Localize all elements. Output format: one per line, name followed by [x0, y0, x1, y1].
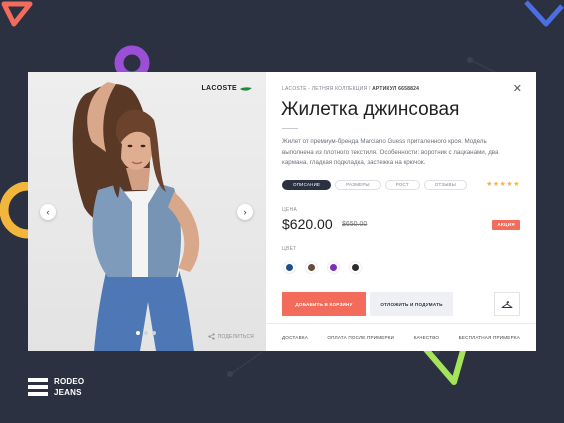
share-button[interactable]: ПОДЕЛИТЬСЯ — [207, 333, 254, 340]
price-label: ЦЕНА — [282, 207, 298, 213]
store-logo-line1: RODEO — [54, 377, 85, 386]
title-divider — [282, 128, 298, 129]
color-swatches — [284, 262, 361, 273]
footer-link-payment[interactable]: ОПЛАТА ПОСЛЕ ПРИМЕРКИ — [327, 335, 394, 340]
save-for-later-button[interactable]: ОТЛОЖИТЬ И ПОДУМАТЬ — [370, 292, 453, 316]
sale-badge: АКЦИЯ — [492, 220, 520, 230]
gallery-dot[interactable] — [136, 331, 140, 335]
gallery-pagination — [136, 331, 156, 335]
breadcrumb-collection[interactable]: - ЛЕТНЯЯ КОЛЛЕКЦИЯ / — [307, 86, 372, 92]
footer-link-delivery[interactable]: ДОСТАВКА — [282, 335, 308, 340]
tab-sizes[interactable]: РАЗМЕРЫ — [335, 180, 381, 190]
tab-description[interactable]: ОПИСАНИЕ — [282, 180, 332, 190]
color-swatch-black[interactable] — [350, 262, 361, 273]
gallery-prev-button[interactable]: ‹ — [40, 204, 56, 220]
hanger-icon — [501, 300, 513, 308]
share-label: ПОДЕЛИТЬСЯ — [217, 333, 254, 340]
page-title: Жилетка джинсовая — [281, 99, 460, 120]
chevron-right-icon: › — [243, 207, 247, 217]
share-icon — [207, 333, 215, 340]
color-label: ЦВЕТ — [282, 246, 297, 252]
gallery-dot[interactable] — [152, 331, 156, 335]
product-gallery: LACOSTE ‹ › ПОДЕЛИТЬСЯ — [28, 72, 266, 351]
gallery-next-button[interactable]: › — [237, 204, 253, 220]
chevron-left-icon: ‹ — [46, 207, 50, 217]
product-tabs: ОПИСАНИЕ РАЗМЕРЫ РОСТ ОТЗЫВЫ — [282, 180, 467, 190]
breadcrumb: LACOSTE - ЛЕТНЯЯ КОЛЛЕКЦИЯ / АРТИКУЛ 665… — [282, 86, 419, 92]
product-description: Жилет от премиум-бренда Marciano Guess п… — [282, 138, 499, 166]
info-footer: ДОСТАВКА ОПЛАТА ПОСЛЕ ПРИМЕРКИ КАЧЕСТВО … — [266, 323, 536, 351]
color-swatch-purple[interactable] — [328, 262, 339, 273]
model-photo — [72, 82, 200, 351]
breadcrumb-brand[interactable]: LACOSTE — [282, 86, 307, 92]
color-swatch-blue[interactable] — [284, 262, 295, 273]
store-logo[interactable]: RODEO JEANS — [28, 376, 84, 398]
store-logo-line2: JEANS — [54, 388, 82, 397]
color-swatch-brown[interactable] — [306, 262, 317, 273]
add-to-cart-button[interactable]: ДОБАВИТЬ В КОРЗИНУ — [282, 292, 366, 316]
brand-logo: LACOSTE — [201, 85, 252, 92]
close-icon[interactable]: ✕ — [513, 82, 522, 95]
gallery-dot[interactable] — [144, 331, 148, 335]
breadcrumb-article: АРТИКУЛ 6658824 — [372, 86, 420, 92]
crocodile-icon — [240, 86, 252, 91]
footer-link-quality[interactable]: КАЧЕСТВО — [414, 335, 440, 340]
wishlist-button[interactable] — [494, 292, 520, 316]
tab-reviews[interactable]: ОТЗЫВЫ — [423, 180, 467, 190]
rating-stars[interactable]: ★★★★★ — [486, 180, 520, 188]
menu-bars-icon — [28, 378, 48, 396]
product-card: LACOSTE ‹ › ПОДЕЛИТЬСЯ ✕ LACOSTE - ЛЕТНЯ… — [28, 72, 536, 351]
footer-link-fitting[interactable]: БЕСПЛАТНАЯ ПРИМЕРКА — [459, 335, 520, 340]
current-price: $620.00 — [282, 216, 333, 232]
product-details: ✕ LACOSTE - ЛЕТНЯЯ КОЛЛЕКЦИЯ / АРТИКУЛ 6… — [266, 72, 536, 351]
old-price: $650.00 — [342, 221, 368, 228]
store-logo-text: RODEO JEANS — [54, 376, 84, 398]
tab-height[interactable]: РОСТ — [384, 180, 420, 190]
brand-logo-text: LACOSTE — [201, 85, 237, 92]
